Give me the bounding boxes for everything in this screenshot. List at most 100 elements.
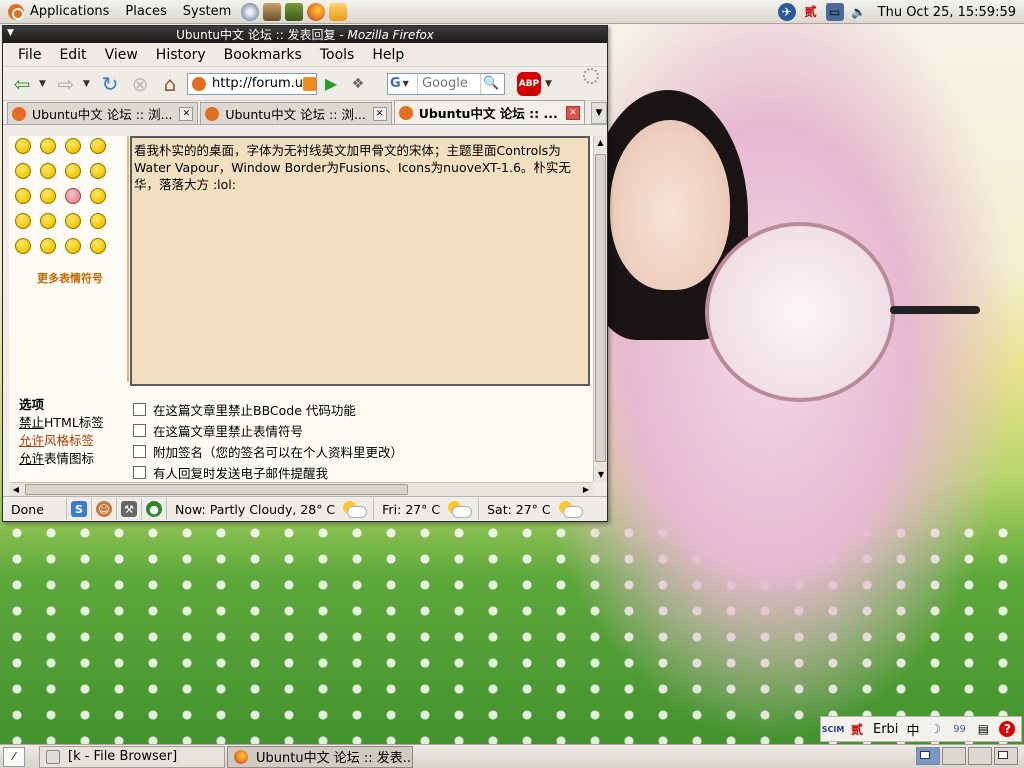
extension-icon[interactable]: ❖ bbox=[345, 71, 371, 97]
tab-1[interactable]: Ubuntu中文 论坛 :: 浏... ✕ bbox=[7, 102, 199, 124]
taskbar-file-browser[interactable]: [k - File Browser] bbox=[39, 745, 225, 768]
emoticon-mad[interactable] bbox=[15, 188, 31, 204]
monitor-icon[interactable]: ▭ bbox=[825, 3, 844, 21]
message-textarea[interactable]: 看我朴实的的桌面，字体为无衬线英文加甲骨文的宋体；主题里面Controls为Wa… bbox=[130, 136, 590, 386]
punctuation-icon[interactable]: 99 bbox=[951, 721, 967, 737]
emoticon-sad[interactable] bbox=[65, 138, 81, 154]
emoticon-twisted[interactable] bbox=[40, 213, 56, 229]
disable-bbcode-checkbox[interactable] bbox=[133, 403, 146, 416]
more-emoticons-link[interactable]: 更多表情符号 bbox=[15, 270, 125, 286]
go-button[interactable]: ▶ bbox=[321, 74, 341, 94]
horizontal-scrollbar[interactable]: ◀ ▶ bbox=[9, 482, 593, 496]
volume-icon[interactable]: 🔈 bbox=[850, 3, 868, 21]
bbcode-status-prefix[interactable]: 允许 bbox=[19, 433, 44, 448]
scroll-up-arrow-icon[interactable]: ▲ bbox=[594, 136, 607, 150]
forward-button[interactable]: ⇨ bbox=[53, 71, 79, 97]
forward-history-dropdown[interactable]: ▼ bbox=[83, 79, 93, 89]
emoticon-evil[interactable] bbox=[15, 213, 31, 229]
taskbar-firefox[interactable]: Ubuntu中文 论坛 :: 发表... bbox=[227, 745, 413, 768]
help-icon[interactable]: ? bbox=[999, 721, 1016, 737]
tab-close-icon[interactable]: ✕ bbox=[372, 106, 387, 121]
workspace-2[interactable] bbox=[942, 747, 966, 765]
weather-sat[interactable]: Sat: 27° C bbox=[479, 498, 589, 520]
system-menu[interactable]: System bbox=[175, 0, 239, 24]
adblock-plus-button[interactable]: ABP bbox=[517, 71, 541, 96]
input-method-engine-icon[interactable]: 贰 bbox=[849, 721, 865, 737]
menu-history[interactable]: History bbox=[147, 47, 215, 63]
half-width-moon-icon[interactable]: ☽ bbox=[927, 721, 943, 737]
search-magnifier-icon[interactable]: 🔍 bbox=[480, 73, 502, 94]
input-method-engine[interactable]: Erbi bbox=[873, 722, 898, 737]
home-button[interactable]: ⌂ bbox=[157, 71, 183, 97]
show-desktop-button[interactable]: ⁄ bbox=[3, 746, 25, 767]
tab-close-icon[interactable]: ✕ bbox=[566, 105, 581, 120]
scim-logo-icon[interactable]: SCIM bbox=[822, 721, 845, 737]
emoticon-wink[interactable] bbox=[90, 213, 106, 229]
smilies-status-prefix[interactable]: 允许 bbox=[19, 451, 44, 466]
emoticon-razz[interactable] bbox=[40, 188, 56, 204]
skype-icon[interactable]: S bbox=[71, 501, 87, 517]
network-icon[interactable]: ✈ bbox=[777, 3, 796, 21]
emoticon-smile[interactable] bbox=[40, 138, 56, 154]
rss-feed-icon[interactable] bbox=[302, 76, 316, 91]
menu-bookmarks[interactable]: Bookmarks bbox=[215, 47, 311, 63]
emoticon-surprised[interactable] bbox=[90, 138, 106, 154]
scroll-left-arrow-icon[interactable]: ◀ bbox=[9, 483, 23, 497]
emoticon-idea[interactable] bbox=[65, 238, 81, 254]
greasemonkey-icon[interactable]: ☺ bbox=[96, 501, 112, 517]
applications-menu[interactable]: Applications bbox=[0, 0, 117, 24]
launcher-firefox-icon[interactable] bbox=[307, 2, 326, 21]
emoticon-laughing[interactable] bbox=[90, 163, 106, 179]
emoticon-confused[interactable] bbox=[40, 163, 56, 179]
back-button[interactable]: ⇦ bbox=[9, 71, 35, 97]
menu-edit[interactable]: Edit bbox=[50, 47, 95, 63]
emoticon-rolleyes[interactable] bbox=[65, 213, 81, 229]
menu-help[interactable]: Help bbox=[363, 47, 413, 63]
weather-now[interactable]: Now: Partly Cloudy, 28° C bbox=[167, 498, 375, 520]
input-method-tray-icon[interactable]: 贰 bbox=[802, 3, 820, 21]
workspace-1[interactable] bbox=[916, 747, 940, 765]
emoticon-question[interactable] bbox=[40, 238, 56, 254]
attach-signature-checkbox[interactable] bbox=[133, 445, 146, 458]
scroll-right-arrow-icon[interactable]: ▶ bbox=[579, 483, 593, 497]
window-titlebar[interactable]: ▼ Ubuntu中文 论坛 :: 发表回复 - Mozilla Firefox bbox=[3, 26, 607, 43]
vertical-scrollbar[interactable]: ▲ ▼ bbox=[593, 136, 607, 482]
url-bar[interactable]: http://forum.u bbox=[187, 72, 317, 95]
emoticon-embarrassed[interactable] bbox=[65, 188, 81, 204]
launcher-book-icon[interactable] bbox=[285, 2, 304, 21]
emoticon-shocked[interactable] bbox=[15, 163, 31, 179]
menu-view[interactable]: View bbox=[96, 47, 147, 63]
tab-close-icon[interactable]: ✕ bbox=[179, 106, 194, 121]
menu-list-icon[interactable]: ▤ bbox=[975, 721, 991, 737]
emoticon-cool[interactable] bbox=[65, 163, 81, 179]
adblock-dropdown[interactable]: ▼ bbox=[545, 79, 555, 89]
stop-button[interactable]: ⊗ bbox=[127, 71, 153, 97]
status-green-icon[interactable]: ● bbox=[146, 501, 162, 517]
html-status-prefix[interactable]: 禁止 bbox=[19, 415, 44, 430]
places-menu[interactable]: Places bbox=[117, 0, 174, 24]
window-menu-icon[interactable]: ▼ bbox=[7, 28, 14, 38]
menu-tools[interactable]: Tools bbox=[311, 47, 364, 63]
notify-reply-checkbox[interactable] bbox=[133, 466, 146, 479]
menu-file[interactable]: File bbox=[9, 47, 50, 63]
input-method-mode[interactable]: 中 bbox=[906, 720, 919, 739]
launcher-gimp-icon[interactable] bbox=[263, 2, 282, 21]
emoticon-arrow[interactable] bbox=[90, 238, 106, 254]
tab-3-active[interactable]: Ubuntu中文 论坛 :: ... ✕ bbox=[393, 100, 586, 124]
emoticon-exclaim[interactable] bbox=[15, 238, 31, 254]
launcher-arrow-icon[interactable] bbox=[329, 2, 348, 21]
scroll-down-arrow-icon[interactable]: ▼ bbox=[594, 468, 608, 482]
emoticon-crying[interactable] bbox=[90, 188, 106, 204]
horizontal-scroll-thumb[interactable] bbox=[25, 484, 408, 495]
extension-tools-icon[interactable]: ⚒ bbox=[121, 501, 137, 517]
search-input[interactable] bbox=[418, 76, 480, 91]
disable-smilies-checkbox[interactable] bbox=[133, 424, 146, 437]
tab-list-button[interactable]: ▼ bbox=[591, 102, 607, 124]
tab-2[interactable]: Ubuntu中文 论坛 :: 浏... ✕ bbox=[200, 102, 392, 124]
search-engine-selector[interactable]: G ▼ bbox=[388, 73, 418, 94]
workspace-4[interactable] bbox=[994, 747, 1018, 765]
workspace-3[interactable] bbox=[968, 747, 992, 765]
vertical-scroll-thumb[interactable] bbox=[595, 154, 606, 462]
clock[interactable]: Thu Oct 25, 15:59:59 bbox=[874, 5, 1016, 20]
launcher-cd-icon[interactable] bbox=[241, 2, 260, 21]
